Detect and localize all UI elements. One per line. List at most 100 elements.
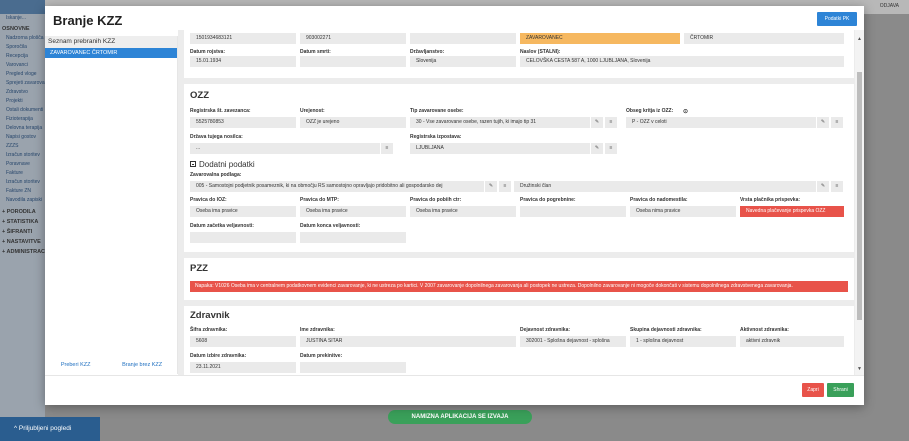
zapri-button[interactable]: Zapri <box>802 383 824 397</box>
scrollbar-thumb[interactable] <box>857 72 862 320</box>
pravica-nadomestila-field[interactable]: Oseba nima pravice <box>630 206 736 217</box>
zavarovalna-podlaga-field[interactable]: 005 - Samostojni podjetnik posameznik, k… <box>190 181 484 192</box>
skupina-dejavnosti-field[interactable]: 1 - splošna dejavnost <box>630 336 736 347</box>
name-field[interactable]: ČRTOMIR <box>684 33 844 44</box>
zzzs-number-field[interactable]: 1501934683121 <box>190 33 296 44</box>
preberi-kzz-link[interactable]: Preberi KZZ <box>61 362 91 368</box>
sidebar-search[interactable]: Iskanje... <box>0 14 45 24</box>
obseg-kritja-field[interactable]: P - OZZ v celoti <box>626 117 816 128</box>
sidebar-item[interactable]: Projekti <box>0 97 45 106</box>
sidebar-item[interactable]: Izračun storitev <box>0 178 45 187</box>
dodatni-podatki-toggle[interactable]: Dodatni podatki <box>190 160 255 169</box>
tip-osebe-field[interactable]: 30 - Vse zavarovane osebe, razen tujih, … <box>410 117 590 128</box>
drzavljanstvo-field[interactable]: Slovenija <box>410 56 516 67</box>
podatki-pk-button[interactable]: Podatki PK <box>817 12 857 26</box>
sidebar-item[interactable]: Recepcija <box>0 52 45 61</box>
label-pravica-ioz: Pravica do IOZ: <box>190 197 227 203</box>
datum-zacetka-field[interactable] <box>190 232 296 243</box>
sidebar-item[interactable]: Sprejeti zavarovanci <box>0 79 45 88</box>
sidebar-item[interactable]: Pregled vloge <box>0 70 45 79</box>
ozz-title: OZZ <box>190 90 209 101</box>
shrani-button[interactable]: Shrani <box>827 383 854 397</box>
list-icon[interactable]: ≡ <box>604 117 617 128</box>
sifra-zdravnika-field[interactable]: 5608 <box>190 336 296 347</box>
pencil-icon[interactable]: ✎ <box>484 181 497 192</box>
pencil-icon[interactable]: ✎ <box>590 143 603 154</box>
ime-zdravnika-field[interactable]: JUSTINA SITAR <box>300 336 516 347</box>
kzz-list-item[interactable]: ZAVAROVANEC ČRTOMIR <box>45 48 177 58</box>
label-pravica-nadomestila: Pravica do nadomestila: <box>630 197 688 203</box>
list-icon[interactable]: ≡ <box>604 143 617 154</box>
pencil-icon[interactable]: ✎ <box>816 117 829 128</box>
scroll-up-icon[interactable]: ▲ <box>857 36 862 42</box>
sidebar-item[interactable]: Fakture ZN <box>0 187 45 196</box>
pravica-pogrebnine-field[interactable] <box>520 206 626 217</box>
sidebar-group[interactable]: + ADMINISTRACIJA <box>0 247 45 257</box>
label-datum-smrti: Datum smrti: <box>300 49 331 55</box>
sidebar-group[interactable]: + NASTAVITVE <box>0 237 45 247</box>
label-pravica-ctr: Pravica do pobiih ctr: <box>410 197 462 203</box>
urejenost-field[interactable]: OZZ je urejeno <box>300 117 406 128</box>
reg-zavezanca-field[interactable]: 5525780853 <box>190 117 296 128</box>
minus-box-icon <box>190 161 196 167</box>
pravica-mtp-field[interactable]: Oseba ima pravice <box>300 206 406 217</box>
sidebar-item[interactable]: Napisi gostov <box>0 133 45 142</box>
details-scrollbar[interactable]: ▲ ▼ <box>855 30 864 375</box>
branje-brez-kzz-link[interactable]: Branje brez KZZ <box>122 362 162 368</box>
sidebar-item[interactable]: OSNOVNE <box>0 24 45 34</box>
sidebar-item[interactable]: Fakture <box>0 169 45 178</box>
sidebar-group[interactable]: + PORODILA <box>0 207 45 217</box>
pencil-icon[interactable]: ✎ <box>590 117 603 128</box>
empty-field[interactable] <box>410 33 516 44</box>
aktivnost-zdravnika-field[interactable]: aktivni zdravnik <box>740 336 844 347</box>
desktop-app-status: NAMIZNA APLIKACIJA SE IZVAJA <box>388 410 532 424</box>
zdravnik-card: Zdravnik Šifra zdravnika: Ime zdravnika:… <box>184 306 854 375</box>
sidebar-item[interactable]: Delovna terapija <box>0 124 45 133</box>
sidebar-group[interactable]: + ŠIFRANTI <box>0 227 45 237</box>
list-icon[interactable]: ≡ <box>830 181 843 192</box>
label-drzava-nosilca: Država tujega nosilca: <box>190 134 243 140</box>
list-icon[interactable]: ≡ <box>380 143 393 154</box>
sidebar-group[interactable]: + STATISTIKA <box>0 217 45 227</box>
pravica-ctr-field[interactable]: Oseba ima pravice <box>410 206 516 217</box>
sidebar-item[interactable]: ZZZS <box>0 142 45 151</box>
favorites-bar[interactable]: ^ Priljubljeni pogledi <box>0 417 100 441</box>
sidebar-item[interactable]: Ostali dokumenti <box>0 106 45 115</box>
kzz-number-field[interactable]: 903002271 <box>300 33 406 44</box>
sidebar-item[interactable]: Fizioterapija <box>0 115 45 124</box>
sidebar-item[interactable]: Navodila zapiski <box>0 196 45 205</box>
label-datum-izbire: Datum izbire zdravnika: <box>190 353 247 359</box>
sidebar-item[interactable]: Izračun storitev <box>0 151 45 160</box>
logout-link[interactable]: ODJAVA <box>880 3 899 9</box>
branje-kzz-modal: Branje KZZ Podatki PK Seznam prebranih K… <box>45 6 864 405</box>
datum-prekinitve-field[interactable] <box>300 362 406 373</box>
list-icon[interactable]: ≡ <box>830 117 843 128</box>
datum-izbire-field[interactable]: 23.11.2021 <box>190 362 296 373</box>
label-urejenost: Urejenost: <box>300 108 325 114</box>
datum-konca-field[interactable] <box>300 232 406 243</box>
label-datum-rojstva: Datum rojstva: <box>190 49 226 55</box>
scroll-down-icon[interactable]: ▼ <box>857 366 862 372</box>
naslov-field[interactable]: CELOVŠKA CESTA 587 A, 1000 LJUBLJANA, Sl… <box>520 56 844 67</box>
surname-field[interactable]: ZAVAROVANEC <box>520 33 680 44</box>
label-skupina-dejavnosti: Skupina dejavnosti zdravnika: <box>630 327 702 333</box>
sidebar-item[interactable]: Poravnave <box>0 160 45 169</box>
vrsta-placnika-field[interactable]: Navedna plačevanje prispevka OZZ <box>740 206 844 217</box>
datum-smrti-field[interactable] <box>300 56 406 67</box>
dejavnost-zdravnika-field[interactable]: 302001 - Splošna dejavnost - splošna <box>520 336 626 347</box>
drzava-nosilca-field[interactable]: ... <box>190 143 380 154</box>
pravica-ioz-field[interactable]: Oseba ima pravice <box>190 206 296 217</box>
label-aktivnost-zdravnika: Aktivnost zdravnika: <box>740 327 789 333</box>
registrska-izpostava-field[interactable]: LJUBLJANA <box>410 143 590 154</box>
datum-rojstva-field[interactable]: 15.01.1934 <box>190 56 296 67</box>
pencil-icon[interactable]: ✎ <box>816 181 829 192</box>
label-datum-zacetka: Datum začetka veljavnosti: <box>190 223 254 229</box>
sidebar-item[interactable]: Nadzorna plošča <box>0 34 45 43</box>
podlaga-druzinski-field[interactable]: Družinski član <box>514 181 816 192</box>
info-icon: ⊙ <box>683 109 689 115</box>
sidebar-item[interactable]: Varovanci <box>0 61 45 70</box>
sidebar-item[interactable]: Zdravstvo <box>0 88 45 97</box>
sidebar-item[interactable]: Sporočila <box>0 43 45 52</box>
label-dejavnost-zdravnika: Dejavnost zdravnika: <box>520 327 571 333</box>
list-icon[interactable]: ≡ <box>498 181 511 192</box>
